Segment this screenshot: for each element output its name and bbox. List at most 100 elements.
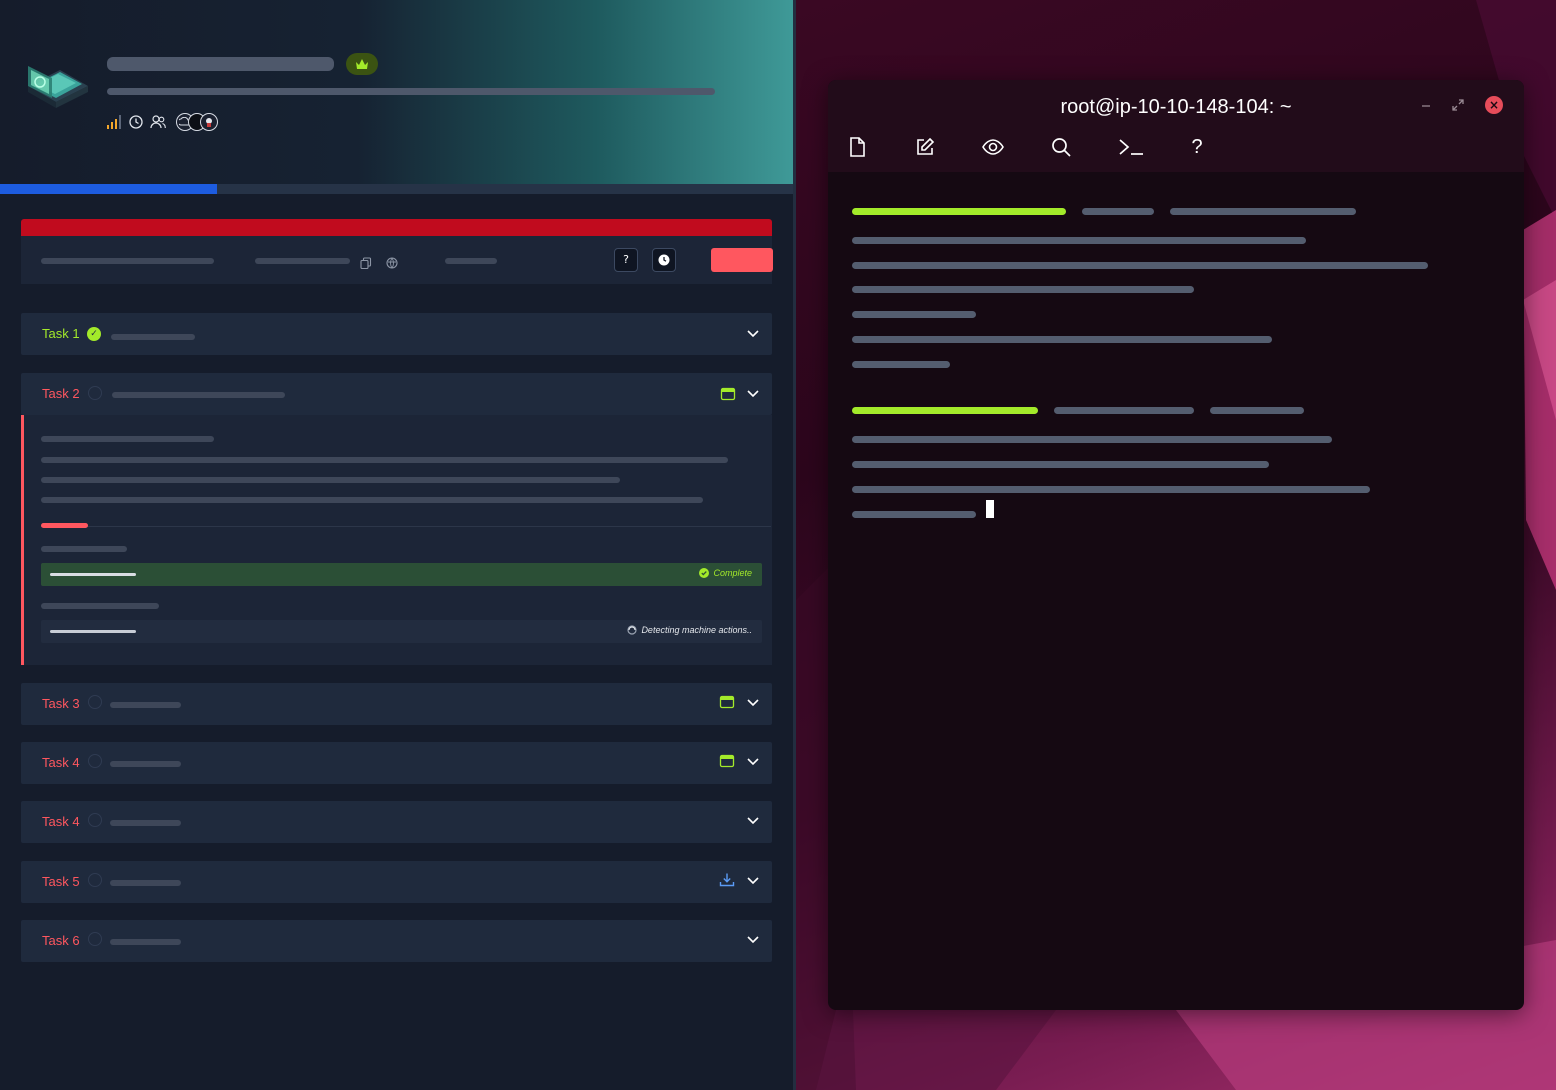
task-2-content: Complete Detecting machine actions.. [21, 415, 772, 665]
machine-ip-placeholder [255, 258, 350, 264]
laptop-hologram-icon [22, 56, 92, 120]
help-button[interactable]: ? [614, 248, 638, 272]
machine-info-card: ? [21, 236, 773, 284]
browser-window-icon[interactable] [719, 694, 735, 710]
help-icon[interactable]: ? [1186, 136, 1208, 158]
answer-status-text: Detecting machine actions.. [641, 625, 752, 635]
answer-status-text: Complete [713, 568, 752, 578]
chevron-up-icon[interactable] [746, 386, 760, 400]
timer-icon [658, 254, 670, 266]
status-circle-icon [88, 386, 102, 400]
file-icon[interactable] [846, 136, 868, 158]
room-title-placeholder [107, 57, 334, 71]
check-circle-icon [699, 568, 710, 578]
task-name-placeholder [112, 392, 285, 398]
task-3-header[interactable]: Task 3 [21, 683, 772, 725]
chevron-down-icon[interactable] [746, 754, 760, 768]
room-progress-fill [0, 184, 217, 194]
output-line [852, 208, 1066, 215]
machine-timer-placeholder [445, 258, 497, 264]
task-name-placeholder [110, 820, 181, 826]
output-line [852, 311, 976, 318]
output-line [852, 237, 1306, 244]
output-line [1170, 208, 1356, 215]
clock-icon [128, 114, 144, 130]
users-icon [150, 114, 166, 130]
answer-status: Complete [699, 568, 752, 578]
avatar[interactable] [200, 113, 218, 131]
answer-field-correct[interactable]: Complete [41, 563, 762, 586]
browser-window-icon[interactable] [720, 386, 736, 402]
terminal-prompt-icon[interactable] [1118, 136, 1144, 158]
copy-icon[interactable] [360, 254, 372, 270]
text-line-placeholder [41, 477, 620, 483]
check-circle-icon: ✓ [87, 327, 101, 341]
task-title: Task 2 [42, 386, 80, 401]
edit-icon[interactable] [914, 136, 936, 158]
chevron-down-icon[interactable] [746, 695, 760, 709]
task-4-header[interactable]: Task 4 [21, 742, 772, 784]
section-divider [41, 526, 771, 527]
globe-icon[interactable] [386, 254, 398, 269]
answer-status: Detecting machine actions.. [627, 625, 752, 635]
answer-field-pending[interactable]: Detecting machine actions.. [41, 620, 762, 643]
crown-icon [346, 53, 378, 75]
search-icon[interactable] [1050, 136, 1072, 158]
output-line [852, 407, 1038, 414]
status-circle-icon [88, 932, 102, 946]
contributors-avatars[interactable] [176, 113, 218, 131]
task-5-header[interactable]: Task 5 [21, 861, 772, 903]
task-name-placeholder [110, 702, 181, 708]
text-cursor [986, 500, 994, 518]
output-line [852, 336, 1272, 343]
text-line-placeholder [41, 457, 728, 463]
output-line [852, 361, 950, 368]
output-line [852, 436, 1332, 443]
question-placeholder [41, 546, 127, 552]
status-circle-icon [88, 873, 102, 887]
status-circle-icon [88, 754, 102, 768]
spinner-icon [627, 625, 638, 635]
task-name-placeholder [111, 334, 195, 340]
task-2-header[interactable]: Task 2 [21, 373, 772, 415]
output-line [852, 461, 1269, 468]
room-panel: ? Task 1 ✓ Task 2 Complete Detecting mac… [0, 0, 794, 1090]
chevron-down-icon[interactable] [746, 873, 760, 887]
text-line-placeholder [41, 497, 703, 503]
output-line [1054, 407, 1194, 414]
section-accent [41, 523, 88, 528]
room-description-placeholder [107, 88, 715, 95]
question-placeholder [41, 603, 159, 609]
chevron-down-icon[interactable] [746, 932, 760, 946]
text-line-placeholder [41, 436, 214, 442]
add-time-button[interactable] [652, 248, 676, 272]
task-title: Task 6 [42, 933, 80, 948]
room-meta [106, 113, 218, 131]
output-line [852, 262, 1428, 269]
terminal-window[interactable]: root@ip-10-10-148-104: ~ × ? [828, 80, 1524, 1010]
output-line [1210, 407, 1304, 414]
eye-icon[interactable] [982, 136, 1004, 158]
minimize-icon[interactable] [1417, 96, 1435, 114]
task-4b-header[interactable]: Task 4 [21, 801, 772, 843]
task-1-header[interactable]: Task 1 ✓ [21, 313, 772, 355]
task-name-placeholder [110, 761, 181, 767]
chevron-down-icon[interactable] [746, 813, 760, 827]
task-title: Task 4 [42, 814, 80, 829]
browser-window-icon[interactable] [719, 753, 735, 769]
restore-icon[interactable] [1449, 96, 1467, 114]
chevron-down-icon[interactable] [746, 326, 760, 340]
output-line [852, 486, 1370, 493]
close-icon[interactable]: × [1485, 96, 1503, 114]
answer-value-placeholder [50, 630, 136, 633]
prompt-line [852, 511, 976, 518]
output-line [1082, 208, 1154, 215]
download-icon[interactable] [719, 872, 735, 888]
difficulty-bars-icon [106, 114, 122, 130]
task-title: Task 4 [42, 755, 80, 770]
status-circle-icon [88, 695, 102, 709]
room-header [0, 0, 794, 194]
terminate-button[interactable] [711, 248, 773, 272]
terminal-titlebar[interactable]: root@ip-10-10-148-104: ~ × ? [828, 80, 1524, 172]
task-6-header[interactable]: Task 6 [21, 920, 772, 962]
